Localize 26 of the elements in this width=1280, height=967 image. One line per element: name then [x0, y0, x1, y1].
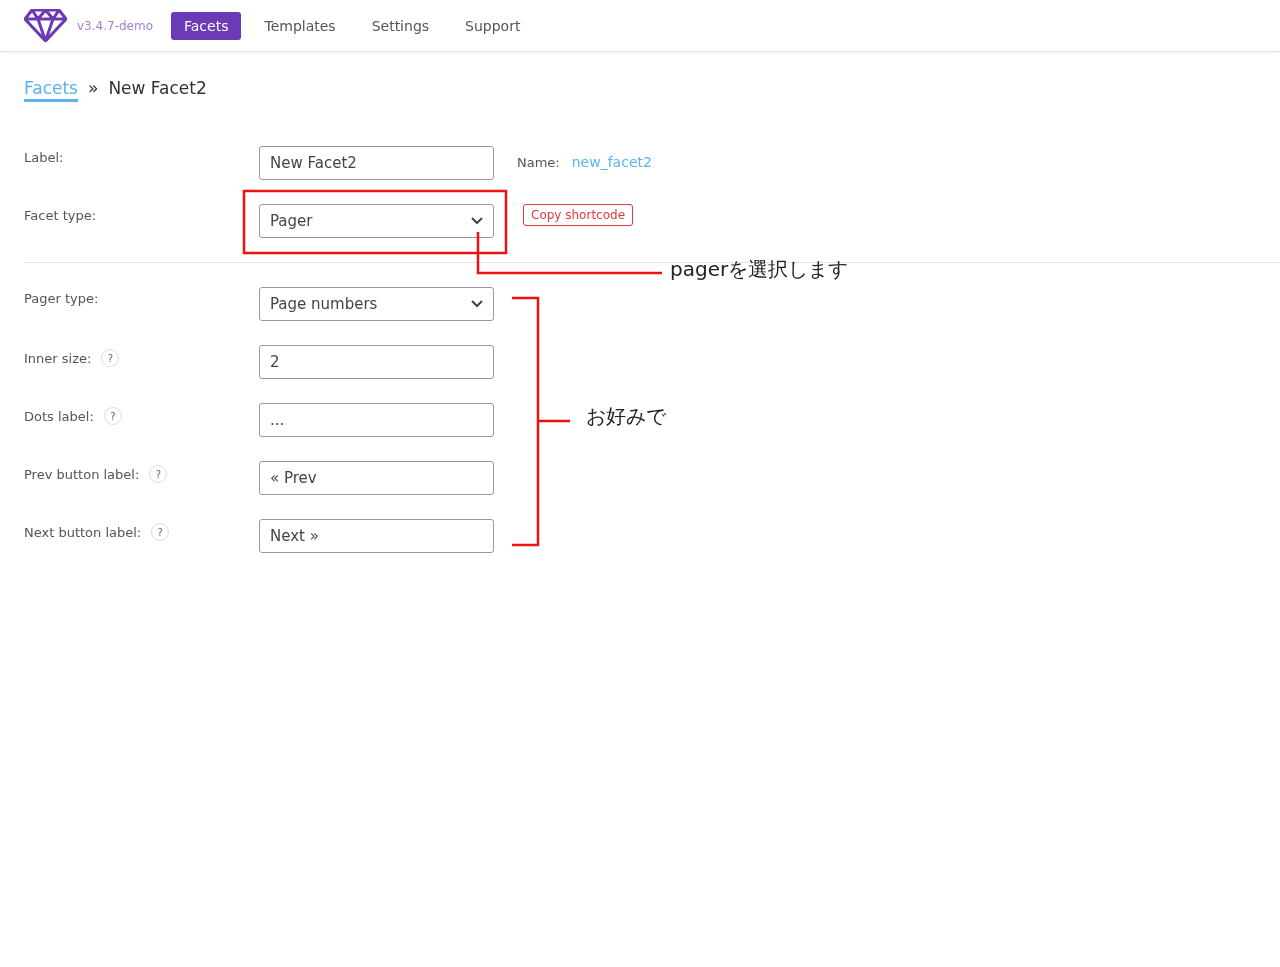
input-field[interactable]: 2 [259, 345, 494, 379]
field-label: Prev button label: [24, 466, 140, 482]
input-field[interactable]: ... [259, 403, 494, 437]
field-label: Dots label: [24, 408, 94, 424]
select-field[interactable]: Page numbers [259, 287, 494, 321]
input-field[interactable]: « Prev [259, 461, 494, 495]
nav-tab[interactable]: Settings [358, 11, 443, 40]
field-label: Inner size: [24, 350, 92, 366]
nav-tab[interactable]: Support [452, 11, 534, 40]
select-field[interactable]: Pager [259, 204, 494, 238]
annotation-text: pagerを選択します [670, 256, 849, 283]
name-label: Name: [517, 154, 560, 170]
input-field[interactable]: Next » [259, 519, 494, 553]
field-label: Facet type: [24, 208, 97, 223]
nav-tab[interactable]: Templates [251, 11, 349, 40]
field-label: Label: [24, 150, 64, 165]
nav-tab[interactable]: Facets [171, 11, 242, 40]
annotation-text: お好みで [586, 403, 666, 430]
version-label: v3.4.7-demo [77, 18, 153, 33]
field-label: Pager type: [24, 291, 99, 306]
name-value: new_facet2 [571, 154, 652, 170]
copy-shortcode-button[interactable]: Copy shortcode [523, 204, 634, 226]
input-field[interactable]: New Facet2 [259, 146, 494, 180]
breadcrumb-current: New Facet2 [108, 78, 207, 98]
field-label: Next button label: [24, 524, 142, 540]
breadcrumb-separator: » [87, 78, 99, 98]
